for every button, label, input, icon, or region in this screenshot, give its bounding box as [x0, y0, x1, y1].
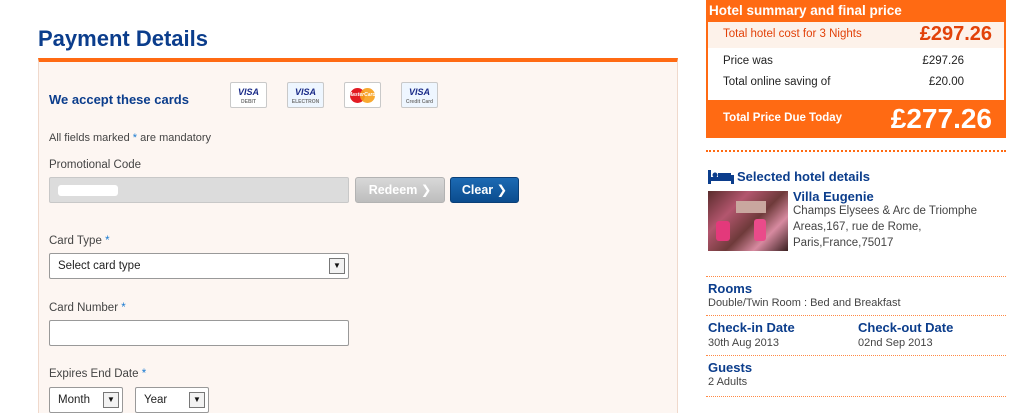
hotel-address-line: Champs Elysees & Arc de Triomphe [793, 205, 978, 217]
card-number-input[interactable] [49, 320, 349, 346]
clear-button[interactable]: Clear ❯ [450, 177, 519, 203]
divider [706, 315, 1006, 316]
hotel-name[interactable]: Villa Eugenie [793, 189, 874, 204]
cards-title: We accept these cards [49, 92, 189, 107]
card-type-select[interactable]: Select card type ▼ [49, 253, 349, 279]
chevron-right-icon: ❯ [420, 183, 432, 197]
expires-label: Expires End Date * [49, 368, 147, 380]
visa-credit-icon: VISA Credit Card [401, 82, 438, 108]
saving-value: £20.00 [928, 76, 964, 88]
guests-value: 2 Adults [708, 376, 748, 388]
payment-panel: We accept these cards VISA DEBIT VISA ELEC… [38, 58, 678, 413]
rooms-value: Double/Twin Room : Bed and Breakfast [708, 297, 901, 309]
price-was-label: Price was [723, 55, 773, 67]
promo-label: Promotional Code [49, 159, 142, 171]
visa-electron-icon: VISA ELECTRON [287, 82, 324, 108]
checkout-title: Check-out Date [858, 320, 954, 335]
card-number-label: Card Number * [49, 302, 126, 314]
hotel-photo [708, 191, 788, 251]
divider [706, 396, 1006, 397]
card-type-label: Card Type * [49, 235, 110, 247]
chevron-right-icon: ❯ [496, 183, 508, 197]
total-due-value: £277.26 [890, 103, 992, 134]
price-was-value: £297.26 [922, 55, 964, 67]
redeem-button[interactable]: Redeem ❯ [355, 177, 445, 203]
total-due-row: Total Price Due Today £277.26 [706, 100, 1006, 138]
divider [706, 276, 1006, 277]
saving-label: Total online saving of [723, 76, 831, 88]
divider [706, 150, 1006, 152]
mastercard-icon: MasterCard [344, 82, 381, 108]
selected-hotel-title: Selected hotel details [737, 169, 870, 184]
hotel-cost-label: Total hotel cost for 3 Nights [723, 28, 862, 40]
visa-debit-icon: VISA DEBIT [230, 82, 267, 108]
checkout-value: 02nd Sep 2013 [858, 337, 933, 349]
dropdown-arrow-icon: ▼ [103, 392, 119, 408]
guests-title: Guests [708, 360, 753, 375]
dropdown-arrow-icon: ▼ [189, 392, 205, 408]
page-title: Payment Details [38, 26, 208, 51]
summary-title: Hotel summary and final price [706, 0, 1006, 22]
hotel-address-line: Areas,167, rue de Rome, [793, 221, 922, 233]
dropdown-arrow-icon: ▼ [329, 258, 345, 274]
mandatory-note: All fields marked * are mandatory [49, 132, 212, 144]
hotel-cost-value: £297.26 [919, 23, 992, 45]
total-due-label: Total Price Due Today [723, 112, 843, 124]
bed-icon [708, 170, 734, 184]
redacted-value [58, 185, 118, 196]
expiry-month-select[interactable]: Month ▼ [49, 387, 123, 413]
rooms-title: Rooms [708, 281, 753, 296]
price-breakdown: Price was £297.26 Total online saving of… [706, 48, 1006, 100]
hotel-address-line: Paris,France,75017 [793, 237, 894, 249]
checkin-value: 30th Aug 2013 [708, 337, 779, 349]
promo-code-input[interactable] [49, 177, 349, 203]
expiry-year-select[interactable]: Year ▼ [135, 387, 209, 413]
divider [706, 355, 1006, 356]
hotel-cost-row: Total hotel cost for 3 Nights £297.26 [706, 22, 1006, 48]
checkin-title: Check-in Date [708, 320, 795, 335]
